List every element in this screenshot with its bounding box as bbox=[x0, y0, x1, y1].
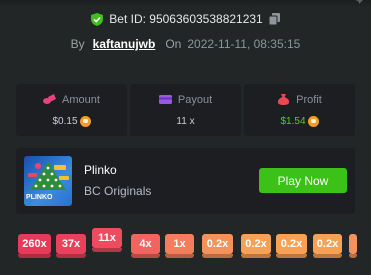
multiplier-slot: 1x bbox=[165, 234, 194, 254]
stat-profit: Profit $1.54 bbox=[244, 84, 355, 136]
coins-icon bbox=[43, 94, 57, 104]
multiplier-slot bbox=[349, 234, 357, 254]
plinko-thumbnail-text: PLINKO bbox=[26, 194, 53, 201]
share-icon[interactable] bbox=[347, 0, 363, 6]
game-card: PLINKO Plinko BC Originals Play Now bbox=[16, 148, 355, 214]
stat-profit-label: Profit bbox=[296, 93, 322, 106]
multiplier-slot: 11x bbox=[92, 228, 122, 248]
stat-profit-value: $1.54 bbox=[280, 115, 306, 127]
play-now-button[interactable]: Play Now bbox=[259, 168, 347, 193]
by-label: By bbox=[70, 37, 85, 51]
game-name[interactable]: Plinko bbox=[84, 163, 117, 177]
card-icon bbox=[158, 95, 172, 104]
multiplier-slot: 260x bbox=[18, 234, 51, 254]
moneybag-icon bbox=[278, 94, 290, 105]
multiplier-slot: 0.2x bbox=[276, 234, 307, 254]
shield-check-icon bbox=[91, 12, 104, 26]
plinko-thumbnail[interactable]: PLINKO bbox=[24, 156, 72, 206]
shib-coin-icon bbox=[307, 115, 319, 127]
bet-author-row: By kaftanujwb On 2022-11-11, 08:35:15 bbox=[0, 37, 371, 51]
stat-amount: Amount $0.15 bbox=[16, 84, 127, 136]
stat-payout-label: Payout bbox=[177, 93, 213, 106]
multiplier-slot: 0.2x bbox=[241, 234, 271, 254]
bet-id: Bet ID: 95063603538821231 bbox=[109, 12, 263, 26]
on-label: On bbox=[165, 37, 182, 51]
stat-amount-label: Amount bbox=[62, 93, 100, 106]
username-link[interactable]: kaftanujwb bbox=[93, 37, 156, 51]
stat-payout: Payout 11 x bbox=[130, 84, 241, 136]
bet-stats: Amount $0.15 Payout 11 x Profit $1.54 bbox=[16, 84, 355, 136]
top-fade bbox=[0, 0, 371, 8]
multiplier-slot: 4x bbox=[131, 234, 160, 254]
game-provider: BC Originals bbox=[84, 184, 152, 198]
shib-coin-icon bbox=[79, 115, 91, 127]
multiplier-row: 260x 37x 11x 4x 1x 0.2x 0.2x 0.2x 0.2x bbox=[0, 228, 371, 258]
stat-amount-value: $0.15 bbox=[52, 115, 78, 127]
copy-icon[interactable] bbox=[268, 13, 280, 25]
multiplier-slot: 37x bbox=[56, 234, 86, 254]
multiplier-slot: 0.2x bbox=[202, 234, 233, 254]
multiplier-slot: 0.2x bbox=[313, 234, 342, 254]
bet-datetime: 2022-11-11, 08:35:15 bbox=[187, 37, 301, 51]
bet-id-row: Bet ID: 95063603538821231 bbox=[0, 12, 371, 26]
stat-payout-value: 11 x bbox=[176, 115, 195, 127]
